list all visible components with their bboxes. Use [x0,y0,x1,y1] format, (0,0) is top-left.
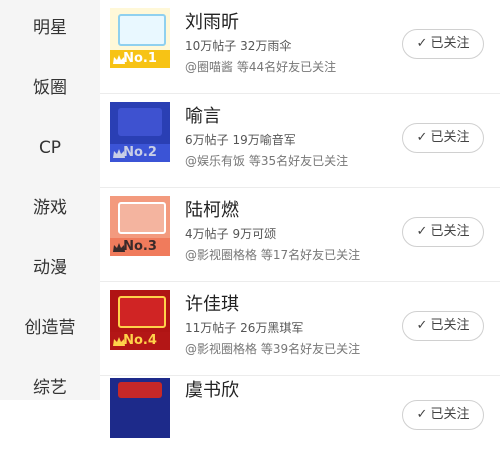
follow-button[interactable]: ✓ 已关注 [402,311,484,341]
list-item[interactable]: 虞书欣 ✓ 已关注 [100,376,500,470]
crown-icon [113,337,125,346]
follow-label: 已关注 [430,407,470,422]
forum-name[interactable]: 虞书欣 [185,376,239,402]
sidebar-item-stars[interactable]: 明星 [0,16,100,40]
check-icon: ✓ [416,224,428,239]
friends-following: @影视圈格格 等39名好友已关注 [185,342,361,356]
avatar-art [118,296,166,328]
sidebar-item-games[interactable]: 游戏 [0,196,100,220]
avatar-art [118,14,166,46]
rank-label: No.3 [123,239,157,254]
follow-label: 已关注 [430,318,470,333]
avatar[interactable]: No.3 [110,196,170,256]
forum-name[interactable]: 刘雨昕 [185,8,239,34]
forum-stats: 10万帖子 32万雨伞 [185,39,292,53]
sidebar-item-chuang[interactable]: 创造营 [0,316,100,340]
check-icon: ✓ [416,407,428,422]
friends-following: @娱乐有饭 等35名好友已关注 [185,154,349,168]
forum-name[interactable]: 许佳琪 [185,290,239,316]
avatar[interactable]: No.2 [110,102,170,162]
avatar[interactable] [110,378,170,438]
avatar-art [118,202,166,234]
avatar[interactable]: No.4 [110,290,170,350]
sidebar-item-fandom[interactable]: 饭圈 [0,76,100,100]
follow-label: 已关注 [430,36,470,51]
forum-stats: 6万帖子 19万喻音军 [185,133,296,147]
friends-following: @圈喵酱 等44名好友已关注 [185,60,337,74]
follow-button[interactable]: ✓ 已关注 [402,123,484,153]
forum-name[interactable]: 喻言 [185,102,221,128]
list-item[interactable]: No.4 许佳琪 11万帖子 26万黑琪军 @影视圈格格 等39名好友已关注 ✓… [100,282,500,376]
friends-following: @影视圈格格 等17名好友已关注 [185,248,361,262]
sidebar-item-anime[interactable]: 动漫 [0,256,100,280]
avatar-art [118,108,162,136]
rank-label: No.4 [123,333,157,348]
rank-label: No.1 [123,51,157,66]
follow-label: 已关注 [430,224,470,239]
forum-list: No.1 刘雨昕 10万帖子 32万雨伞 @圈喵酱 等44名好友已关注 ✓ 已关注… [100,0,500,438]
follow-button[interactable]: ✓ 已关注 [402,217,484,247]
avatar-art [118,382,162,398]
crown-icon [113,243,125,252]
list-item[interactable]: No.1 刘雨昕 10万帖子 32万雨伞 @圈喵酱 等44名好友已关注 ✓ 已关注 [100,0,500,94]
check-icon: ✓ [416,36,428,51]
forum-stats: 4万帖子 9万可颂 [185,227,277,241]
crown-icon [113,149,125,158]
category-sidebar: 明星 饭圈 CP 游戏 动漫 创造营 综艺 [0,0,100,400]
crown-icon [113,55,125,64]
sidebar-item-variety[interactable]: 综艺 [0,376,100,400]
forum-stats: 11万帖子 26万黑琪军 [185,321,304,335]
forum-name[interactable]: 陆柯燃 [185,196,239,222]
follow-button[interactable]: ✓ 已关注 [402,400,484,430]
sidebar-item-cp[interactable]: CP [0,136,100,160]
avatar[interactable]: No.1 [110,8,170,68]
list-item[interactable]: No.2 喻言 6万帖子 19万喻音军 @娱乐有饭 等35名好友已关注 ✓ 已关注 [100,94,500,188]
rank-label: No.2 [123,145,157,160]
check-icon: ✓ [416,130,428,145]
check-icon: ✓ [416,318,428,333]
follow-label: 已关注 [430,130,470,145]
list-item[interactable]: No.3 陆柯燃 4万帖子 9万可颂 @影视圈格格 等17名好友已关注 ✓ 已关注 [100,188,500,282]
follow-button[interactable]: ✓ 已关注 [402,29,484,59]
